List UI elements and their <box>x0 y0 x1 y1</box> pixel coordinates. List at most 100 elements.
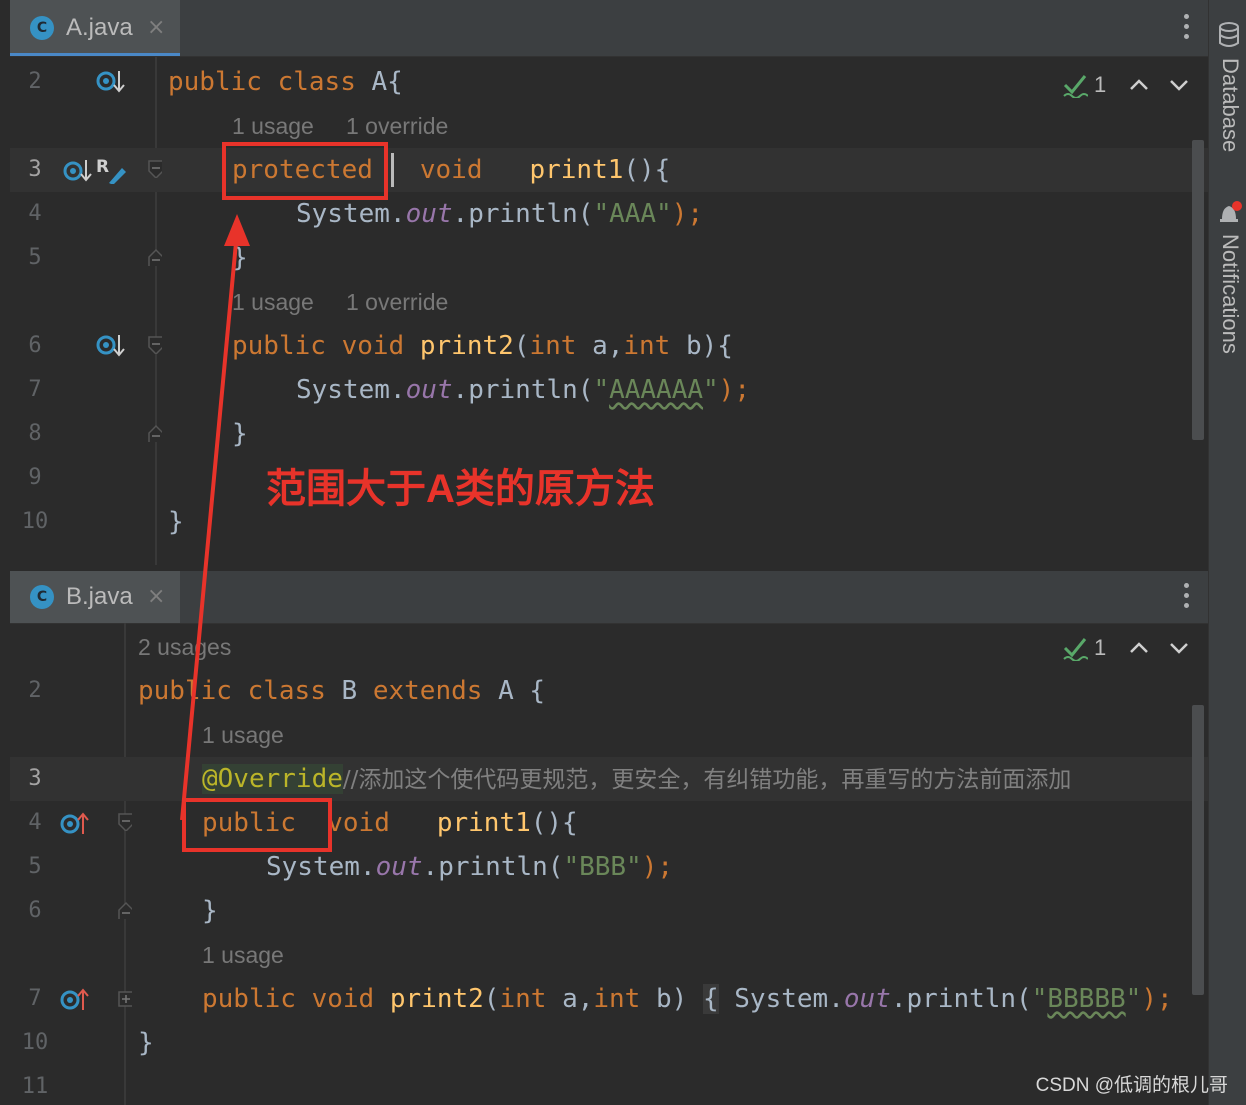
inlay-hint-line: 1 usage <box>10 933 1208 977</box>
usages-hint[interactable]: 1 usage <box>202 933 284 977</box>
right-tool-strip: Database Notifications <box>1208 0 1246 1105</box>
overrides-icon[interactable] <box>60 809 90 837</box>
highlight-box-protected <box>222 142 388 200</box>
inlay-hint-line: 1 usage 1 override <box>10 104 1208 148</box>
chevron-down-icon[interactable] <box>1168 74 1190 96</box>
overrides-hint[interactable]: 1 override <box>346 280 448 324</box>
tab-label: B.java <box>66 583 133 610</box>
chevron-down-icon[interactable] <box>1168 637 1190 659</box>
method-name: print2 <box>389 984 484 1014</box>
code-token: System. <box>296 375 406 405</box>
database-tool-tab[interactable]: Database <box>1213 58 1243 152</box>
code-punct: ); <box>641 852 674 882</box>
fold-end-icon[interactable] <box>118 901 132 919</box>
keyword: public <box>202 984 296 1014</box>
code-punct: (){ <box>623 155 671 185</box>
line-number: 3 <box>28 766 42 791</box>
code-punct: ); <box>718 375 750 405</box>
inspection-widget[interactable]: 1 <box>1062 633 1192 663</box>
code-line-current: 3 R protected void print1(){ <box>10 148 1208 192</box>
usages-hint[interactable]: 2 usages <box>138 625 231 669</box>
inlay-hint-line: 2 usages 1 <box>10 625 1208 669</box>
annotation-text: 范围大于A类的原方法 <box>266 467 655 511</box>
chevron-up-icon[interactable] <box>1128 637 1150 659</box>
method-name: print1 <box>529 155 624 185</box>
string-quote: " <box>1031 984 1048 1014</box>
inspection-count: 1 <box>1094 72 1107 97</box>
code-token: .println( <box>452 375 594 405</box>
line-number: 3 <box>28 157 42 182</box>
code-line: 11 <box>10 1065 1208 1105</box>
fold-end-icon[interactable] <box>148 424 162 442</box>
fold-icon[interactable] <box>148 336 162 354</box>
keyword: class <box>247 676 326 706</box>
code-token: } <box>202 896 218 926</box>
line-number: 5 <box>28 854 42 879</box>
implemented-icon[interactable]: R <box>62 156 128 184</box>
code-punct: ); <box>671 199 704 229</box>
fold-end-icon[interactable] <box>148 248 162 266</box>
annotation-token: @Override <box>202 764 343 794</box>
more-options-icon[interactable] <box>1184 583 1190 611</box>
keyword: public <box>138 676 232 706</box>
code-token: .println( <box>452 199 594 229</box>
usages-hint[interactable]: 1 usage <box>232 280 314 324</box>
usages-hint[interactable]: 1 usage <box>202 713 284 757</box>
scrollbar-thumb[interactable] <box>1192 705 1204 995</box>
code-line: 6 } <box>10 889 1208 933</box>
code-token: System. <box>266 852 376 882</box>
code-line: 7 public void print2(int a,int b) { Syst… <box>10 977 1208 1021</box>
comment-token: //添加这个使代码更规范，更安全，有纠错功能，再重写的方法前面添加 <box>342 767 1072 793</box>
code-line: 7 System.out.println("AAAAAA"); <box>10 368 1208 412</box>
code-token: .println( <box>422 852 564 882</box>
more-options-icon[interactable] <box>1184 14 1190 42</box>
line-number: 6 <box>28 333 42 358</box>
svg-text:R: R <box>96 157 109 177</box>
tab-a-java[interactable]: C A.java × <box>10 0 180 56</box>
line-number: 2 <box>28 678 42 703</box>
implemented-icon[interactable] <box>96 68 126 96</box>
highlight-box-public <box>182 798 332 852</box>
close-icon[interactable]: × <box>147 584 165 610</box>
check-icon <box>1063 638 1088 661</box>
line-number: 7 <box>28 986 42 1011</box>
active-tab-indicator <box>10 53 180 56</box>
tab-b-java[interactable]: C B.java × <box>10 571 180 623</box>
string-quote: " <box>593 375 610 405</box>
code-token: } <box>232 419 248 449</box>
code-punct: ); <box>1141 984 1173 1014</box>
line-number: 9 <box>28 465 42 490</box>
line-number: 4 <box>28 810 42 835</box>
keyword: int <box>623 331 671 361</box>
field-token: out <box>375 852 423 882</box>
string-quote: " <box>1125 984 1142 1014</box>
line-number: 5 <box>28 245 42 270</box>
close-icon[interactable]: × <box>147 15 165 41</box>
inspection-count: 1 <box>1094 635 1107 660</box>
keyword: void <box>311 984 375 1014</box>
code-token: b){ <box>686 331 733 361</box>
scrollbar-thumb[interactable] <box>1192 140 1204 440</box>
fold-icon[interactable] <box>148 160 162 178</box>
overrides-icon[interactable] <box>60 985 90 1013</box>
implemented-icon[interactable] <box>96 332 126 360</box>
code-line: 2 public class B extends A { <box>10 669 1208 713</box>
line-number: 10 <box>21 1030 49 1055</box>
java-class-icon: C <box>30 16 54 40</box>
fold-icon[interactable] <box>118 813 132 831</box>
folded-brace[interactable]: { <box>702 984 719 1014</box>
notifications-bell-icon <box>1220 201 1242 222</box>
chevron-up-icon[interactable] <box>1128 74 1150 96</box>
code-punct: { <box>529 676 546 706</box>
code-token: System. <box>734 984 844 1014</box>
keyword: extends <box>372 676 483 706</box>
expand-icon[interactable] <box>118 989 132 1007</box>
inspection-widget[interactable]: 1 <box>1062 70 1192 100</box>
tab-label: A.java <box>66 14 133 41</box>
line-number: 4 <box>28 201 42 226</box>
field-token: out <box>843 984 891 1014</box>
code-punct: (){ <box>530 808 578 838</box>
notifications-tool-tab[interactable]: Notifications <box>1213 234 1243 354</box>
watermark: CSDN @低调的根儿哥 <box>1035 1075 1228 1096</box>
method-name: print2 <box>419 331 514 361</box>
